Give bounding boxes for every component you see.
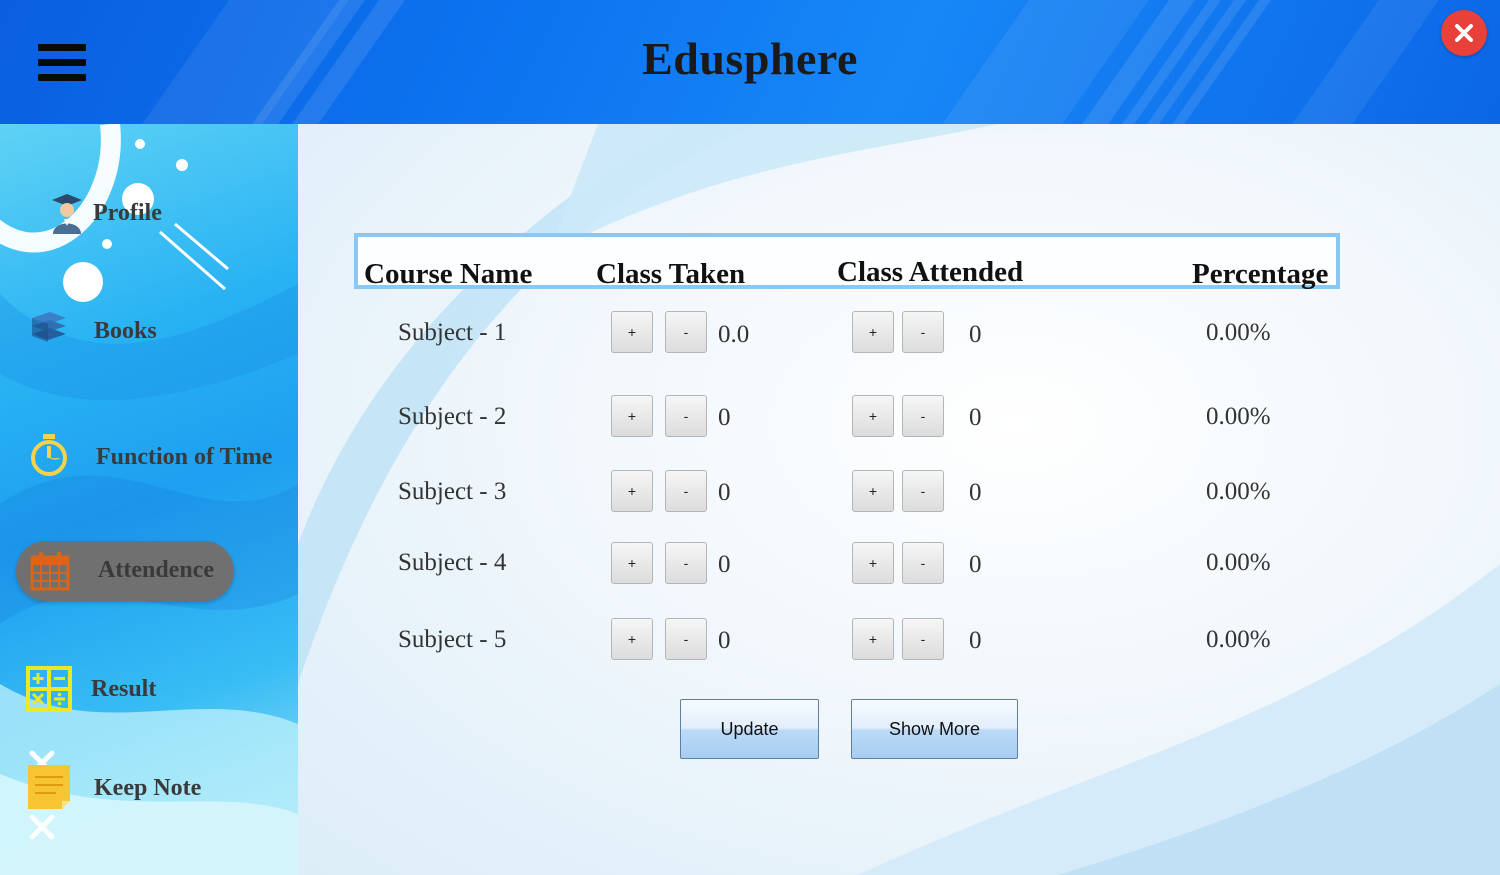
sidebar-item-result[interactable]: Result bbox=[0, 660, 298, 720]
stopwatch-icon bbox=[31, 434, 67, 476]
percentage-value: 0.00% bbox=[1206, 549, 1271, 576]
subject-name: Subject - 4 bbox=[398, 549, 507, 576]
sidebar-item-label: Result bbox=[91, 676, 157, 702]
subject-name: Subject - 5 bbox=[398, 626, 507, 653]
percentage-value: 0.00% bbox=[1206, 478, 1271, 505]
sidebar-item-label: Function of Time bbox=[96, 444, 273, 470]
class-attended-increment-button[interactable]: + bbox=[852, 395, 894, 437]
class-attended-value: 0 bbox=[969, 627, 982, 654]
sidebar-item-profile[interactable]: Profile bbox=[0, 184, 298, 244]
sidebar-item-label: Profile bbox=[93, 200, 162, 226]
sidebar-item-label: Books bbox=[94, 318, 157, 344]
subject-name: Subject - 3 bbox=[398, 478, 507, 505]
class-attended-decrement-button[interactable]: - bbox=[902, 395, 944, 437]
class-attended-increment-button[interactable]: + bbox=[852, 470, 894, 512]
calendar-icon bbox=[30, 552, 70, 591]
class-attended-decrement-button[interactable]: - bbox=[902, 618, 944, 660]
class-taken-value: 0 bbox=[718, 479, 731, 506]
percentage-value: 0.00% bbox=[1206, 626, 1271, 653]
column-header-class-taken: Class Taken bbox=[596, 258, 746, 290]
sidebar: Profile Books Function of Time Attendenc… bbox=[0, 124, 298, 875]
class-taken-value: 0.0 bbox=[718, 321, 750, 348]
subject-name: Subject - 2 bbox=[398, 403, 507, 430]
class-taken-decrement-button[interactable]: - bbox=[665, 395, 707, 437]
close-button[interactable] bbox=[1441, 10, 1487, 56]
column-header-course-name: Course Name bbox=[364, 258, 533, 290]
sidebar-item-label: Keep Note bbox=[94, 775, 202, 801]
class-attended-increment-button[interactable]: + bbox=[852, 542, 894, 584]
class-attended-value: 0 bbox=[969, 479, 982, 506]
class-taken-decrement-button[interactable]: - bbox=[665, 311, 707, 353]
sidebar-item-keep-note[interactable]: Keep Note bbox=[0, 750, 298, 840]
class-attended-increment-button[interactable]: + bbox=[852, 618, 894, 660]
class-attended-value: 0 bbox=[969, 404, 982, 431]
sidebar-item-label: Attendence bbox=[98, 557, 214, 583]
column-header-class-attended: Class Attended bbox=[837, 256, 1024, 288]
percentage-value: 0.00% bbox=[1206, 403, 1271, 430]
class-attended-increment-button[interactable]: + bbox=[852, 311, 894, 353]
class-taken-increment-button[interactable]: + bbox=[611, 470, 653, 512]
graduate-icon bbox=[52, 194, 82, 234]
close-icon bbox=[1455, 24, 1473, 42]
subject-name: Subject - 1 bbox=[398, 319, 507, 346]
class-taken-value: 0 bbox=[718, 404, 731, 431]
class-taken-decrement-button[interactable]: - bbox=[665, 542, 707, 584]
calculator-icon bbox=[26, 666, 72, 712]
class-taken-value: 0 bbox=[718, 551, 731, 578]
class-taken-increment-button[interactable]: + bbox=[611, 542, 653, 584]
app-title: Edusphere bbox=[642, 33, 858, 84]
class-taken-increment-button[interactable]: + bbox=[611, 395, 653, 437]
class-attended-decrement-button[interactable]: - bbox=[902, 311, 944, 353]
books-icon bbox=[32, 312, 66, 342]
class-taken-increment-button[interactable]: + bbox=[611, 618, 653, 660]
update-button[interactable]: Update bbox=[680, 699, 819, 759]
class-attended-decrement-button[interactable]: - bbox=[902, 470, 944, 512]
sticky-note-icon bbox=[28, 750, 70, 840]
sidebar-item-books[interactable]: Books bbox=[0, 302, 298, 362]
app-header: Edusphere bbox=[0, 0, 1500, 124]
class-taken-decrement-button[interactable]: - bbox=[665, 618, 707, 660]
sidebar-item-function-of-time[interactable]: Function of Time bbox=[0, 428, 298, 488]
class-attended-decrement-button[interactable]: - bbox=[902, 542, 944, 584]
show-more-button[interactable]: Show More bbox=[851, 699, 1018, 759]
class-attended-value: 0 bbox=[969, 551, 982, 578]
sidebar-item-attendence[interactable]: Attendence bbox=[0, 541, 298, 601]
class-taken-value: 0 bbox=[718, 627, 731, 654]
class-attended-value: 0 bbox=[969, 321, 982, 348]
percentage-value: 0.00% bbox=[1206, 319, 1271, 346]
column-header-percentage: Percentage bbox=[1192, 258, 1329, 290]
class-taken-decrement-button[interactable]: - bbox=[665, 470, 707, 512]
class-taken-increment-button[interactable]: + bbox=[611, 311, 653, 353]
